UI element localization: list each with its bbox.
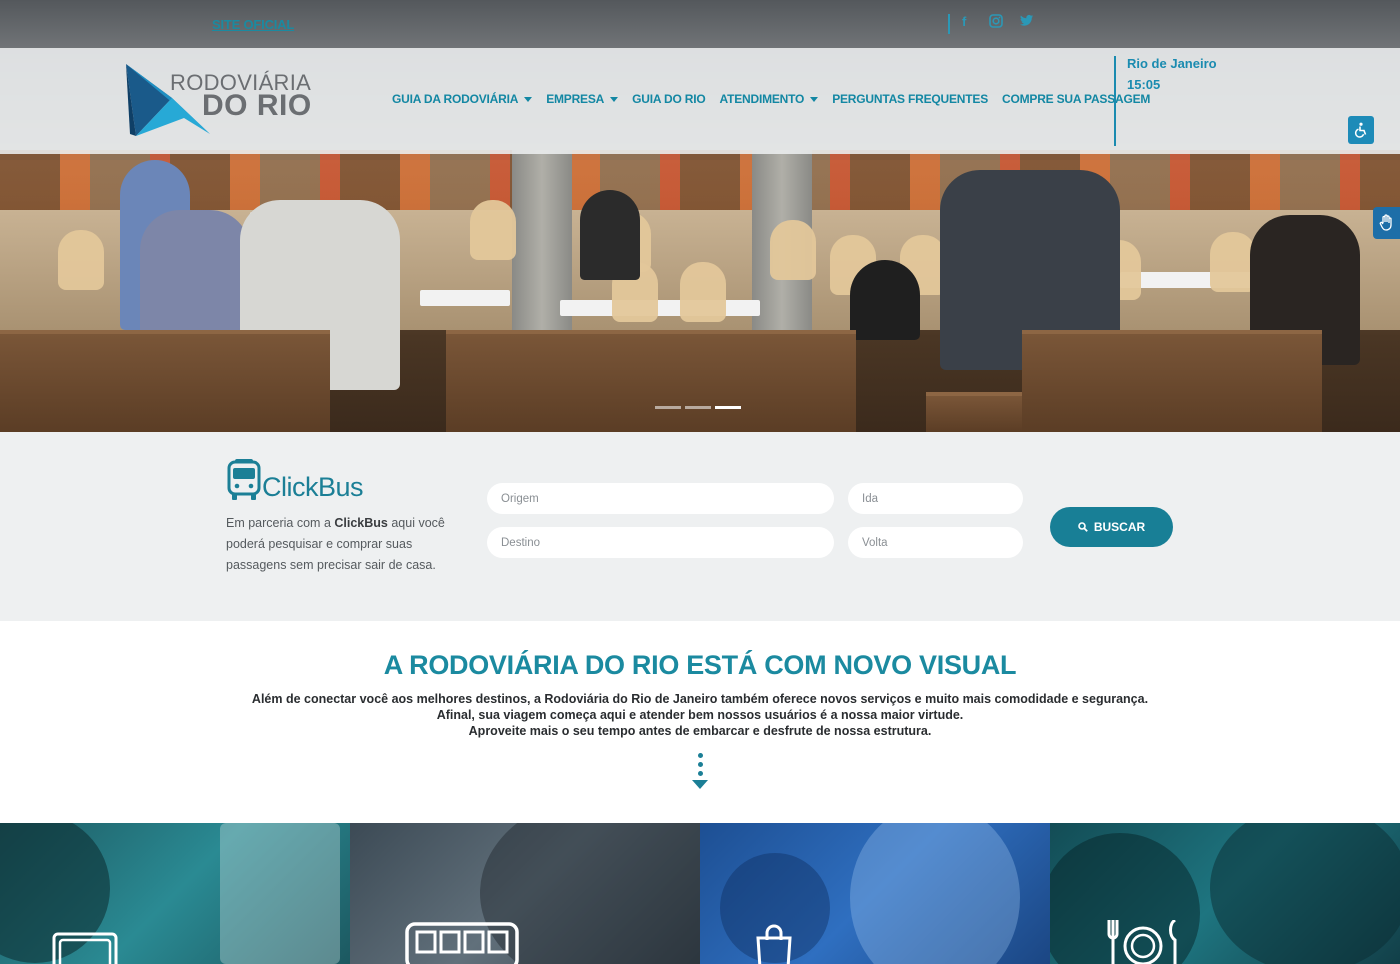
chevron-down-icon (610, 96, 619, 102)
menu-item-compre-sua-passagem[interactable]: COMPRE SUA PASSAGEM (1002, 92, 1150, 106)
slider-pagination (655, 406, 741, 409)
intro-text-line: Além de conectar você aos melhores desti… (251, 692, 1149, 706)
menu-item-guia-do-rio[interactable]: GUIA DO RIO (632, 92, 706, 106)
tile-bus[interactable] (350, 823, 700, 964)
services-tiles (0, 823, 1400, 964)
chevron-down-icon (524, 96, 533, 102)
time-label: 15:05 (1127, 77, 1161, 92)
logo-text-do-rio: DO RIO (202, 89, 312, 122)
tile-dining[interactable] (1050, 823, 1400, 964)
chevron-down-icon (810, 96, 819, 102)
ida-date-input[interactable] (848, 483, 1023, 514)
menu-item-guia-da-rodoviaria[interactable]: GUIA DA RODOVIÁRIA (392, 92, 533, 106)
instagram-icon[interactable] (989, 14, 1003, 32)
dining-icon (1107, 920, 1177, 964)
slider-dot[interactable] (685, 406, 711, 409)
main-menu: GUIA DA RODOVIÁRIA EMPRESA GUIA DO RIO A… (392, 92, 1164, 106)
scroll-down-icon[interactable] (692, 753, 708, 789)
bus-icon (405, 922, 519, 964)
tile-payment[interactable] (0, 823, 350, 964)
buscar-button[interactable]: BUSCAR (1050, 507, 1173, 547)
intro-title: A RODOVIÁRIA DO RIO ESTÁ COM NOVO VISUAL (383, 650, 1017, 680)
top-bar: SITE OFICIAL f (0, 0, 1400, 48)
slider-dot[interactable] (655, 406, 681, 409)
card-icon (52, 932, 118, 964)
menu-item-perguntas-frequentes[interactable]: PERGUNTAS FREQUENTES (832, 92, 988, 106)
twitter-icon[interactable] (1020, 14, 1034, 32)
volta-date-input[interactable] (848, 527, 1023, 558)
destino-input[interactable] (487, 527, 834, 558)
menu-item-empresa[interactable]: EMPRESA (546, 92, 619, 106)
sign-language-icon[interactable] (1373, 207, 1400, 239)
city-label: Rio de Janeiro (1127, 56, 1217, 71)
menu-item-atendimento[interactable]: ATENDIMENTO (720, 92, 819, 106)
intro-text-line: Aproveite mais o seu tempo antes de emba… (468, 724, 932, 738)
facebook-icon[interactable]: f (962, 14, 966, 32)
site-oficial-link[interactable]: SITE OFICIAL (212, 17, 294, 32)
wheelchair-accessibility-icon[interactable] (1348, 116, 1374, 144)
search-icon (1078, 522, 1088, 532)
origem-input[interactable] (487, 483, 834, 514)
clickbus-title: ClickBus (262, 472, 364, 502)
clickbus-description: Em parceria com a ClickBus aqui você pod… (226, 516, 445, 572)
intro-text-line: Afinal, sua viagem começa aqui e atender… (436, 708, 964, 722)
page: SITE OFICIAL f RODOVIÁRIA DO RIO GUIA DA… (0, 0, 1400, 964)
tile-shopping[interactable] (700, 823, 1050, 964)
slider-dot-active[interactable] (715, 406, 741, 409)
shopping-bag-icon (756, 924, 792, 964)
bus-logo-icon (226, 459, 262, 501)
